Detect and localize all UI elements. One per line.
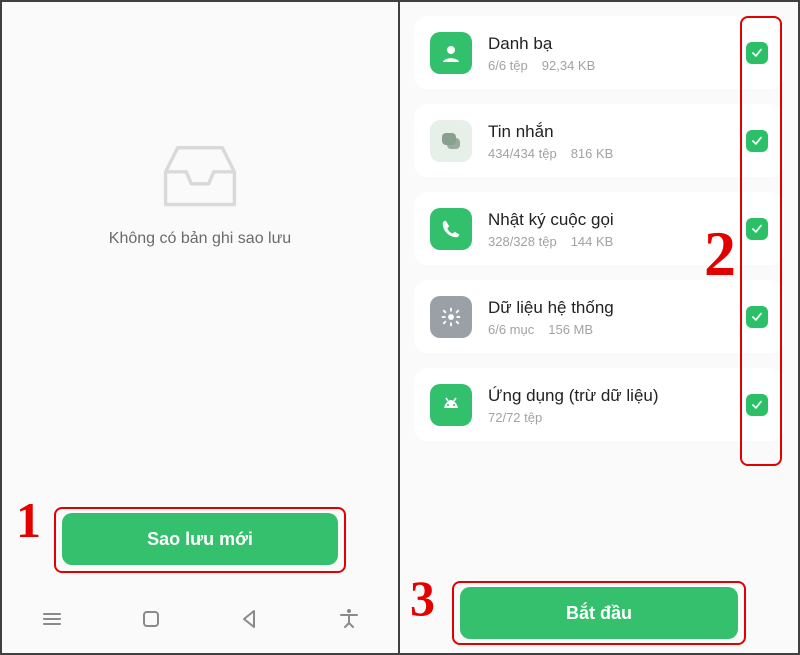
- android-navbar: [2, 595, 398, 643]
- category-title: Tin nhắn: [488, 122, 730, 142]
- checkbox[interactable]: [746, 130, 768, 152]
- category-count: 72/72 tệp: [488, 410, 542, 425]
- check-icon: [750, 398, 764, 412]
- checkbox[interactable]: [746, 394, 768, 416]
- category-size: 156 MB: [548, 322, 593, 337]
- category-size: 816 KB: [571, 146, 614, 161]
- category-list: Danh bạ 6/6 tệp 92,34 KB Tin nhắn 434/434 tệ…: [400, 16, 798, 442]
- empty-state: Không có bản ghi sao lưu: [2, 142, 398, 248]
- check-icon: [750, 134, 764, 148]
- category-item[interactable]: Nhật ký cuộc gọi 328/328 tệp 144 KB: [414, 192, 784, 266]
- category-body: Ứng dụng (trừ dữ liệu) 72/72 tệp: [488, 386, 730, 425]
- category-sub: 72/72 tệp: [488, 410, 730, 425]
- category-size: 92,34 KB: [542, 58, 596, 73]
- category-count: 434/434 tệp: [488, 146, 557, 161]
- annotation-number-3: 3: [410, 569, 435, 627]
- category-item[interactable]: Dữ liệu hệ thống 6/6 mục 156 MB: [414, 280, 784, 354]
- phone-icon: [430, 208, 472, 250]
- screen-backup-empty: Không có bản ghi sao lưu Sao lưu mới 1: [2, 2, 400, 653]
- category-body: Danh bạ 6/6 tệp 92,34 KB: [488, 34, 730, 73]
- category-item[interactable]: Danh bạ 6/6 tệp 92,34 KB: [414, 16, 784, 90]
- category-count: 6/6 mục: [488, 322, 534, 337]
- check-icon: [750, 46, 764, 60]
- category-sub: 328/328 tệp 144 KB: [488, 234, 730, 249]
- gear-icon: [430, 296, 472, 338]
- recent-apps-icon[interactable]: [40, 607, 64, 631]
- inbox-icon: [157, 142, 243, 212]
- check-icon: [750, 222, 764, 236]
- message-icon: [430, 120, 472, 162]
- checkbox[interactable]: [746, 42, 768, 64]
- new-backup-button-label: Sao lưu mới: [147, 529, 253, 550]
- contact-icon: [430, 32, 472, 74]
- back-icon[interactable]: [238, 607, 262, 631]
- category-count: 328/328 tệp: [488, 234, 557, 249]
- empty-state-text: Không có bản ghi sao lưu: [109, 230, 291, 248]
- category-item[interactable]: Ứng dụng (trừ dữ liệu) 72/72 tệp: [414, 368, 784, 442]
- category-sub: 434/434 tệp 816 KB: [488, 146, 730, 161]
- home-icon[interactable]: [139, 607, 163, 631]
- android-icon: [430, 384, 472, 426]
- start-button-label: Bắt đầu: [566, 603, 632, 624]
- category-body: Nhật ký cuộc gọi 328/328 tệp 144 KB: [488, 210, 730, 249]
- category-title: Ứng dụng (trừ dữ liệu): [488, 386, 730, 406]
- new-backup-button[interactable]: Sao lưu mới: [62, 513, 338, 565]
- category-item[interactable]: Tin nhắn 434/434 tệp 816 KB: [414, 104, 784, 178]
- category-title: Nhật ký cuộc gọi: [488, 210, 730, 230]
- checkbox[interactable]: [746, 218, 768, 240]
- screen-backup-select: Danh bạ 6/6 tệp 92,34 KB Tin nhắn 434/434 tệ…: [400, 2, 798, 653]
- check-icon: [750, 310, 764, 324]
- category-body: Dữ liệu hệ thống 6/6 mục 156 MB: [488, 298, 730, 337]
- category-title: Dữ liệu hệ thống: [488, 298, 730, 318]
- checkbox[interactable]: [746, 306, 768, 328]
- category-size: 144 KB: [571, 234, 614, 249]
- category-count: 6/6 tệp: [488, 58, 528, 73]
- category-body: Tin nhắn 434/434 tệp 816 KB: [488, 122, 730, 161]
- start-button[interactable]: Bắt đầu: [460, 587, 738, 639]
- category-title: Danh bạ: [488, 34, 730, 54]
- category-sub: 6/6 tệp 92,34 KB: [488, 58, 730, 73]
- category-sub: 6/6 mục 156 MB: [488, 322, 730, 337]
- accessibility-icon[interactable]: [337, 607, 361, 631]
- annotation-number-1: 1: [16, 491, 41, 549]
